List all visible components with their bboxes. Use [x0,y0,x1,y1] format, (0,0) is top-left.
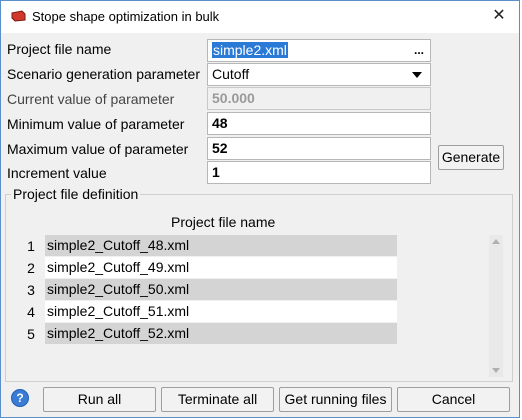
row-file-name[interactable]: simple2_Cutoff_48.xml [45,235,397,256]
close-icon[interactable]: ✕ [489,6,509,26]
column-header: Project file name [171,214,276,230]
row-file-name[interactable]: simple2_Cutoff_49.xml [45,257,397,278]
vertical-scrollbar[interactable] [489,235,503,377]
max-value-label: Maximum value of parameter [7,141,189,157]
table-row[interactable]: 1 simple2_Cutoff_48.xml [21,235,397,257]
increment-field[interactable]: 1 [207,161,431,184]
get-running-files-button[interactable]: Get running files [279,387,392,412]
min-value-field[interactable]: 48 [207,112,431,135]
increment-text: 1 [212,164,220,180]
current-value-text: 50.000 [212,90,255,106]
current-value-label: Current value of parameter [7,91,175,107]
table-row[interactable]: 5 simple2_Cutoff_52.xml [21,323,397,345]
generate-button[interactable]: Generate [438,145,504,170]
row-file-name[interactable]: simple2_Cutoff_51.xml [45,301,397,322]
row-number: 1 [27,238,35,254]
min-value-label: Minimum value of parameter [7,116,185,132]
project-file-name-field[interactable]: simple2.xml ... [207,39,431,62]
current-value-field: 50.000 [207,87,431,110]
row-number: 5 [27,326,35,342]
group-label: Project file definition [11,186,141,202]
scenario-param-value: Cutoff [212,66,250,82]
row-file-name[interactable]: simple2_Cutoff_50.xml [45,279,397,300]
table-row[interactable]: 2 simple2_Cutoff_49.xml [21,257,397,279]
chevron-down-icon [412,72,422,78]
row-number: 2 [27,260,35,276]
max-value-field[interactable]: 52 [207,137,431,160]
run-all-button[interactable]: Run all [43,387,156,412]
max-value-text: 52 [212,140,228,156]
row-file-name[interactable]: simple2_Cutoff_52.xml [45,323,397,344]
scenario-param-label: Scenario generation parameter [7,66,201,82]
table-row[interactable]: 3 simple2_Cutoff_50.xml [21,279,397,301]
help-icon[interactable]: ? [11,389,29,407]
dialog-window: Stope shape optimization in bulk ✕ Proje… [0,0,520,418]
min-value-text: 48 [212,115,228,131]
row-number: 4 [27,304,35,320]
row-number: 3 [27,282,35,298]
browse-button[interactable]: ... [414,40,424,61]
scroll-down-icon[interactable] [492,368,500,373]
project-file-name-label: Project file name [7,41,112,57]
window-title: Stope shape optimization in bulk [32,9,220,24]
table-row[interactable]: 4 simple2_Cutoff_51.xml [21,301,397,323]
app-icon [11,10,26,22]
project-file-name-value: simple2.xml [212,42,288,58]
title-bar: Stope shape optimization in bulk ✕ [1,1,519,33]
scroll-up-icon[interactable] [492,239,500,244]
scenario-param-dropdown[interactable]: Cutoff [207,63,431,86]
cancel-button[interactable]: Cancel [397,387,510,412]
terminate-all-button[interactable]: Terminate all [161,387,274,412]
increment-label: Increment value [7,165,107,181]
